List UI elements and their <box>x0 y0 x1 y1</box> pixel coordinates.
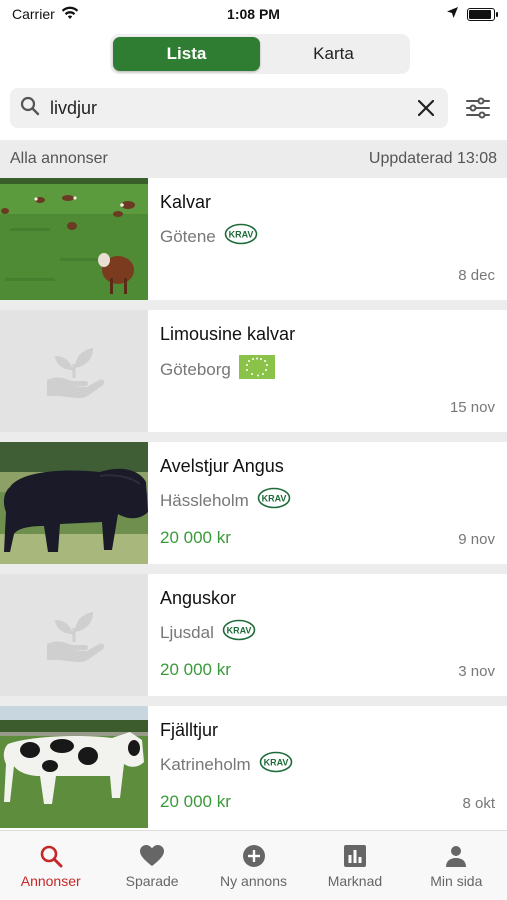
listing-location: Hässleholm <box>160 490 249 510</box>
listing-location: Göteborg <box>160 359 231 379</box>
view-segmented-control: Lista Karta <box>110 34 410 74</box>
battery-icon <box>467 7 498 21</box>
listing-location: Ljusdal <box>160 622 214 642</box>
listing-photo-placeholder <box>0 574 148 696</box>
listing-date: 9 nov <box>458 531 495 548</box>
seedling-hand-icon <box>47 348 105 398</box>
listing-title: Anguskor <box>160 588 237 608</box>
listing-location-row: Hässleholm KRAV <box>160 487 495 514</box>
search-input[interactable] <box>50 97 414 119</box>
eu-organic-leaf-icon <box>238 355 275 384</box>
status-right <box>446 6 498 22</box>
tab-label: Min sida <box>430 873 483 889</box>
krav-certification-icon: KRAV <box>224 223 258 250</box>
segment-list-button[interactable]: Lista <box>113 37 260 71</box>
listing-item[interactable]: Avelstjur Angus Hässleholm KRAV 20 000 k… <box>0 442 507 564</box>
krav-certification-icon: KRAV <box>257 487 291 514</box>
listing-info: Fjälltjur Katrineholm KRAV 20 000 kr 8 o… <box>148 706 507 828</box>
filter-button[interactable] <box>458 88 498 128</box>
tab-label: Marknad <box>327 873 383 889</box>
krav-label: KRAV <box>226 626 251 636</box>
divider <box>0 696 507 706</box>
search-icon <box>39 843 63 869</box>
sliders-icon <box>466 97 490 119</box>
close-icon <box>417 99 435 117</box>
listing-location: Götene <box>160 226 216 246</box>
krav-certification-icon: KRAV <box>222 619 256 646</box>
listing-item[interactable]: Kalvar Götene KRAV 8 dec <box>0 178 507 300</box>
tab-label: Sparade <box>125 873 179 889</box>
status-left: Carrier <box>12 6 79 23</box>
listing-photo <box>0 706 148 828</box>
listing-info: Anguskor Ljusdal KRAV 20 000 kr 3 nov <box>148 574 507 696</box>
list-section-header: Alla annonser Uppdaterad 13:08 <box>0 140 507 178</box>
listing-info: Kalvar Götene KRAV 8 dec <box>148 178 507 300</box>
krav-label: KRAV <box>228 230 253 240</box>
listing-title: Avelstjur Angus <box>160 456 284 476</box>
listing-location-row: Ljusdal KRAV <box>160 619 495 646</box>
tab-min-sida[interactable]: Min sida <box>406 831 507 900</box>
section-title: Alla annonser <box>10 150 108 167</box>
divider <box>0 564 507 574</box>
tab-label: Annonser <box>20 873 81 889</box>
updated-timestamp: Uppdaterad 13:08 <box>368 150 497 167</box>
listing-location-row: Göteborg <box>160 355 495 384</box>
listing-item[interactable]: Fjälltjur Katrineholm KRAV 20 000 kr 8 o… <box>0 706 507 828</box>
krav-label: KRAV <box>263 758 288 768</box>
listing-price: 20 000 kr <box>160 528 231 547</box>
tab-sparade[interactable]: Sparade <box>101 831 202 900</box>
listing-date: 3 nov <box>458 663 495 680</box>
add-circle-icon <box>242 843 266 869</box>
listing-price: 20 000 kr <box>160 792 231 811</box>
bar-chart-icon <box>343 843 366 869</box>
listing-list: Kalvar Götene KRAV 8 dec Limousine kalva… <box>0 178 507 828</box>
listing-location: Katrineholm <box>160 754 251 774</box>
listing-price: 20 000 kr <box>160 660 231 679</box>
search-box <box>10 88 448 128</box>
listing-info: Limousine kalvar Göteborg 15 nov <box>148 310 507 432</box>
search-row <box>10 88 500 128</box>
status-bar: Carrier 1:08 PM <box>0 0 507 28</box>
listing-item[interactable]: Limousine kalvar Göteborg 15 nov <box>0 310 507 432</box>
listing-date: 8 dec <box>458 267 495 284</box>
clear-search-button[interactable] <box>414 96 438 120</box>
seedling-hand-icon <box>47 612 105 662</box>
carrier-label: Carrier <box>12 6 55 22</box>
listing-info: Avelstjur Angus Hässleholm KRAV 20 000 k… <box>148 442 507 564</box>
location-arrow-icon <box>446 6 459 22</box>
listing-item[interactable]: Anguskor Ljusdal KRAV 20 000 kr 3 nov <box>0 574 507 696</box>
divider <box>0 300 507 310</box>
krav-certification-icon: KRAV <box>259 751 293 778</box>
listing-title: Limousine kalvar <box>160 324 296 344</box>
listing-location-row: Katrineholm KRAV <box>160 751 495 778</box>
listing-photo-placeholder <box>0 310 148 432</box>
listing-location-row: Götene KRAV <box>160 223 495 250</box>
wifi-icon <box>61 6 79 23</box>
listing-date: 15 nov <box>449 399 495 416</box>
segment-map-button[interactable]: Karta <box>260 37 407 71</box>
listing-title: Kalvar <box>160 192 212 212</box>
listing-photo <box>0 442 148 564</box>
tab-label: Ny annons <box>220 873 287 889</box>
heart-icon <box>139 843 165 869</box>
tab-ny-annons[interactable]: Ny annons <box>203 831 304 900</box>
person-icon <box>444 843 468 869</box>
krav-label: KRAV <box>261 494 286 504</box>
search-icon <box>20 96 40 121</box>
listing-title: Fjälltjur <box>160 720 219 740</box>
bottom-tab-bar: Annonser Sparade Ny annons Marknad Min s… <box>0 830 507 900</box>
tab-annonser[interactable]: Annonser <box>0 831 101 900</box>
tab-marknad[interactable]: Marknad <box>304 831 405 900</box>
listing-date: 8 okt <box>462 795 495 812</box>
divider <box>0 432 507 442</box>
listing-photo <box>0 178 148 300</box>
